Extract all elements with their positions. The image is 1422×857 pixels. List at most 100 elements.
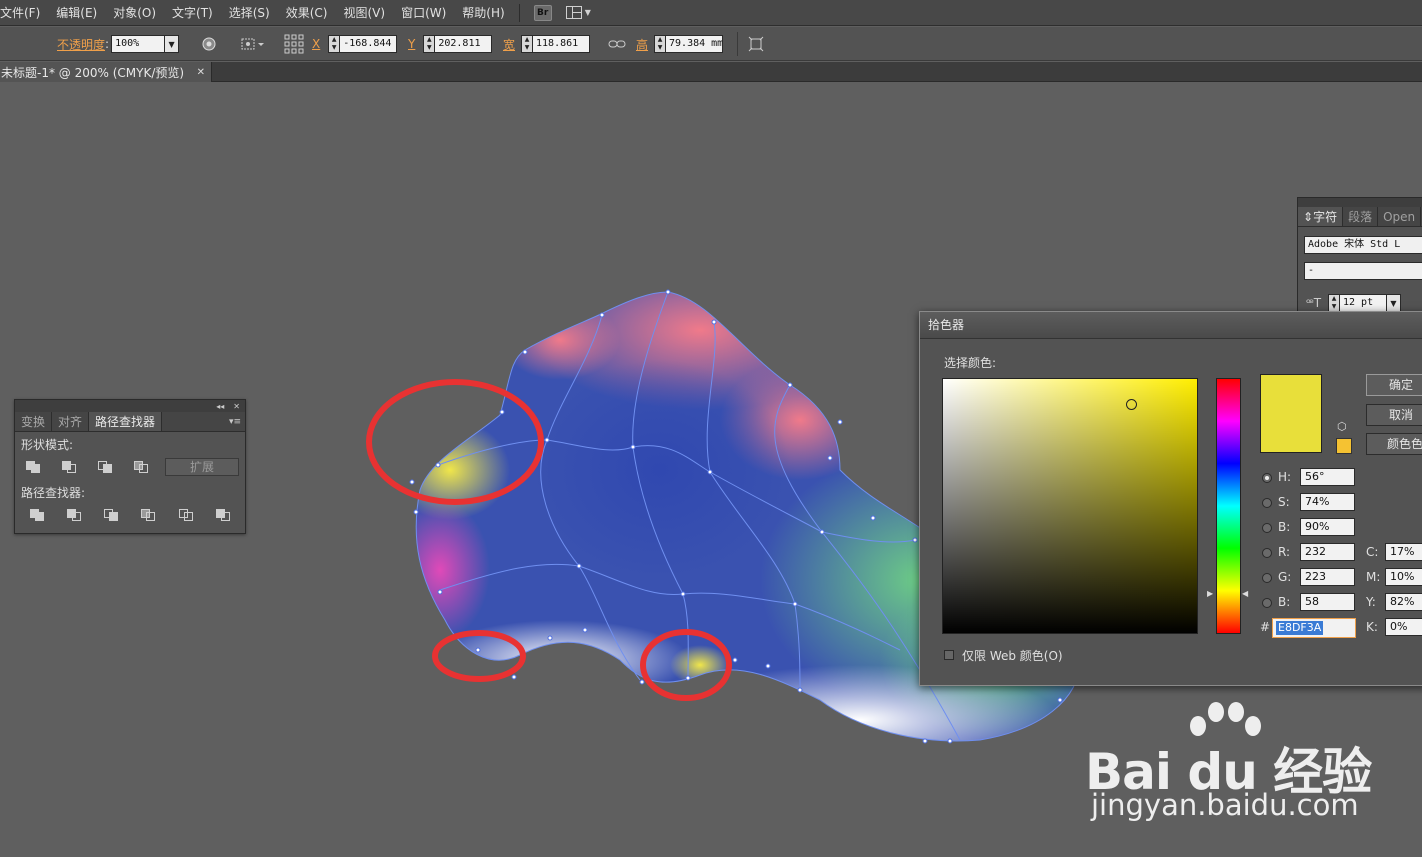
document-tab[interactable]: 未标题-1* @ 200% (CMYK/预览) ✕ [0, 62, 212, 82]
hue-slider[interactable] [1216, 378, 1241, 634]
close-icon[interactable]: ✕ [197, 67, 205, 78]
hue-input[interactable]: 56° [1300, 468, 1355, 486]
menu-object[interactable]: 对象(O) [105, 4, 164, 21]
tab-transform[interactable]: 变换 [15, 412, 53, 431]
blue-radio[interactable] [1262, 598, 1272, 608]
out-of-gamut-swatch[interactable] [1336, 438, 1352, 454]
opacity-label[interactable]: 不透明度 [57, 36, 105, 53]
y-stepper[interactable]: ▲ ▼ [423, 35, 435, 53]
character-panel-titlebar[interactable] [1298, 198, 1422, 207]
font-style-input[interactable]: - [1304, 262, 1422, 280]
yellow-label: Y: [1366, 595, 1376, 609]
menu-view[interactable]: 视图(V) [335, 4, 393, 21]
exclude-button[interactable] [133, 460, 149, 474]
unite-button[interactable] [25, 460, 41, 474]
panel-titlebar[interactable]: ◂◂ ✕ [15, 400, 245, 412]
tab-character-label: 字符 [1313, 210, 1338, 224]
font-size-input[interactable]: 12 pt [1339, 294, 1387, 312]
crop-button[interactable] [140, 508, 156, 522]
yellow-input[interactable]: 82% [1385, 593, 1422, 611]
color-swatches-button[interactable]: 颜色色板 [1366, 433, 1422, 455]
hue-radio[interactable] [1262, 473, 1272, 483]
red-label: R: [1278, 545, 1291, 559]
cancel-button[interactable]: 取消 [1366, 404, 1422, 426]
recolor-artwork-icon[interactable] [201, 36, 217, 52]
merge-button[interactable] [103, 508, 119, 522]
menu-help[interactable]: 帮助(H) [454, 4, 512, 21]
menu-edit[interactable]: 编辑(E) [48, 4, 105, 21]
height-stepper[interactable]: ▲ ▼ [654, 35, 666, 53]
red-input[interactable]: 232 [1300, 543, 1355, 561]
width-stepper[interactable]: ▲ ▼ [521, 35, 533, 53]
menu-type[interactable]: 文字(T) [164, 4, 221, 21]
green-radio[interactable] [1262, 573, 1272, 583]
tab-character[interactable]: ⇕字符 [1298, 207, 1344, 226]
opacity-colon: : [105, 37, 110, 51]
font-size-stepper[interactable]: ▲ ▼ [1328, 294, 1339, 312]
magenta-input[interactable]: 10% [1385, 568, 1422, 586]
brightness-radio[interactable] [1262, 523, 1272, 533]
trim-button[interactable] [66, 508, 82, 522]
bridge-button[interactable]: Br [533, 4, 552, 21]
web-colors-only-label: 仅限 Web 颜色(O) [962, 649, 1063, 663]
transform-ref-group [240, 27, 266, 61]
cube-icon[interactable]: ⬡ [1337, 420, 1347, 433]
expand-button[interactable]: 扩展 [165, 458, 239, 476]
hue-slider-right-arrow[interactable]: ◀ [1242, 589, 1248, 598]
opacity-input[interactable]: 100% [111, 35, 166, 53]
tab-paragraph[interactable]: 段落 [1343, 207, 1379, 226]
transform-icon[interactable] [748, 36, 764, 52]
panel-menu-icon[interactable]: ▾≡ [225, 412, 245, 431]
menu-window[interactable]: 窗口(W) [393, 4, 454, 21]
minus-back-button[interactable] [215, 508, 231, 522]
brightness-input[interactable]: 90% [1300, 518, 1355, 536]
select-color-label: 选择颜色: [944, 356, 997, 370]
divide-button[interactable] [29, 508, 45, 522]
saturation-brightness-field[interactable] [942, 378, 1198, 634]
close-icon[interactable]: ✕ [233, 402, 240, 411]
dialog-title[interactable]: 拾色器 [920, 312, 1422, 339]
hue-label: H: [1278, 470, 1292, 484]
font-family-input[interactable]: Adobe 宋体 Std L [1304, 236, 1422, 254]
intersect-button[interactable] [97, 460, 113, 474]
hex-input[interactable]: E8DF3A [1272, 618, 1356, 638]
chevron-down-icon: ▼ [584, 8, 591, 17]
x-stepper[interactable]: ▲ ▼ [328, 35, 340, 53]
y-input[interactable]: 202.811 [434, 35, 493, 53]
arrange-documents-button[interactable]: ▼ [565, 6, 591, 19]
web-colors-only-checkbox[interactable] [944, 650, 954, 660]
ok-button[interactable]: 确定 [1366, 374, 1422, 396]
height-input[interactable]: 79.384 mm [665, 35, 724, 53]
hue-slider-left-arrow[interactable]: ▶ [1207, 589, 1213, 598]
x-input[interactable]: -168.844 [339, 35, 398, 53]
height-label: 高 [636, 37, 649, 52]
tab-pathfinder[interactable]: 路径查找器 [89, 412, 163, 431]
isolate-group-icon[interactable] [240, 36, 266, 52]
color-cursor[interactable] [1126, 399, 1137, 410]
font-size-dropdown[interactable]: ▼ [1387, 294, 1401, 312]
saturation-input[interactable]: 74% [1300, 493, 1355, 511]
tab-opentype[interactable]: Open [1378, 207, 1422, 226]
green-input[interactable]: 223 [1300, 568, 1355, 586]
collapse-icon[interactable]: ◂◂ [216, 402, 224, 411]
width-input[interactable]: 118.861 [532, 35, 591, 53]
red-radio[interactable] [1262, 548, 1272, 558]
cyan-input[interactable]: 17% [1385, 543, 1422, 561]
link-constrain-icon[interactable] [608, 37, 626, 51]
sv-dark-overlay [943, 379, 1197, 633]
blue-label: B: [1278, 595, 1291, 609]
menu-file[interactable]: 文件(F) [0, 4, 48, 21]
saturation-radio[interactable] [1262, 498, 1272, 508]
constrain-wrap [608, 27, 626, 61]
tab-align[interactable]: 对齐 [52, 412, 90, 431]
blue-input[interactable]: 58 [1300, 593, 1355, 611]
minus-front-button[interactable] [61, 460, 77, 474]
outline-button[interactable] [178, 508, 194, 522]
opacity-dropdown-button[interactable]: ▼ [165, 35, 180, 53]
black-input[interactable]: 0% [1385, 618, 1422, 636]
reference-point-icon[interactable] [283, 33, 305, 55]
menu-select[interactable]: 选择(S) [221, 4, 278, 21]
y-label: Y [408, 37, 416, 51]
menu-effect[interactable]: 效果(C) [278, 4, 336, 21]
panel-tabs: 变换 对齐 路径查找器 ▾≡ [15, 412, 245, 432]
